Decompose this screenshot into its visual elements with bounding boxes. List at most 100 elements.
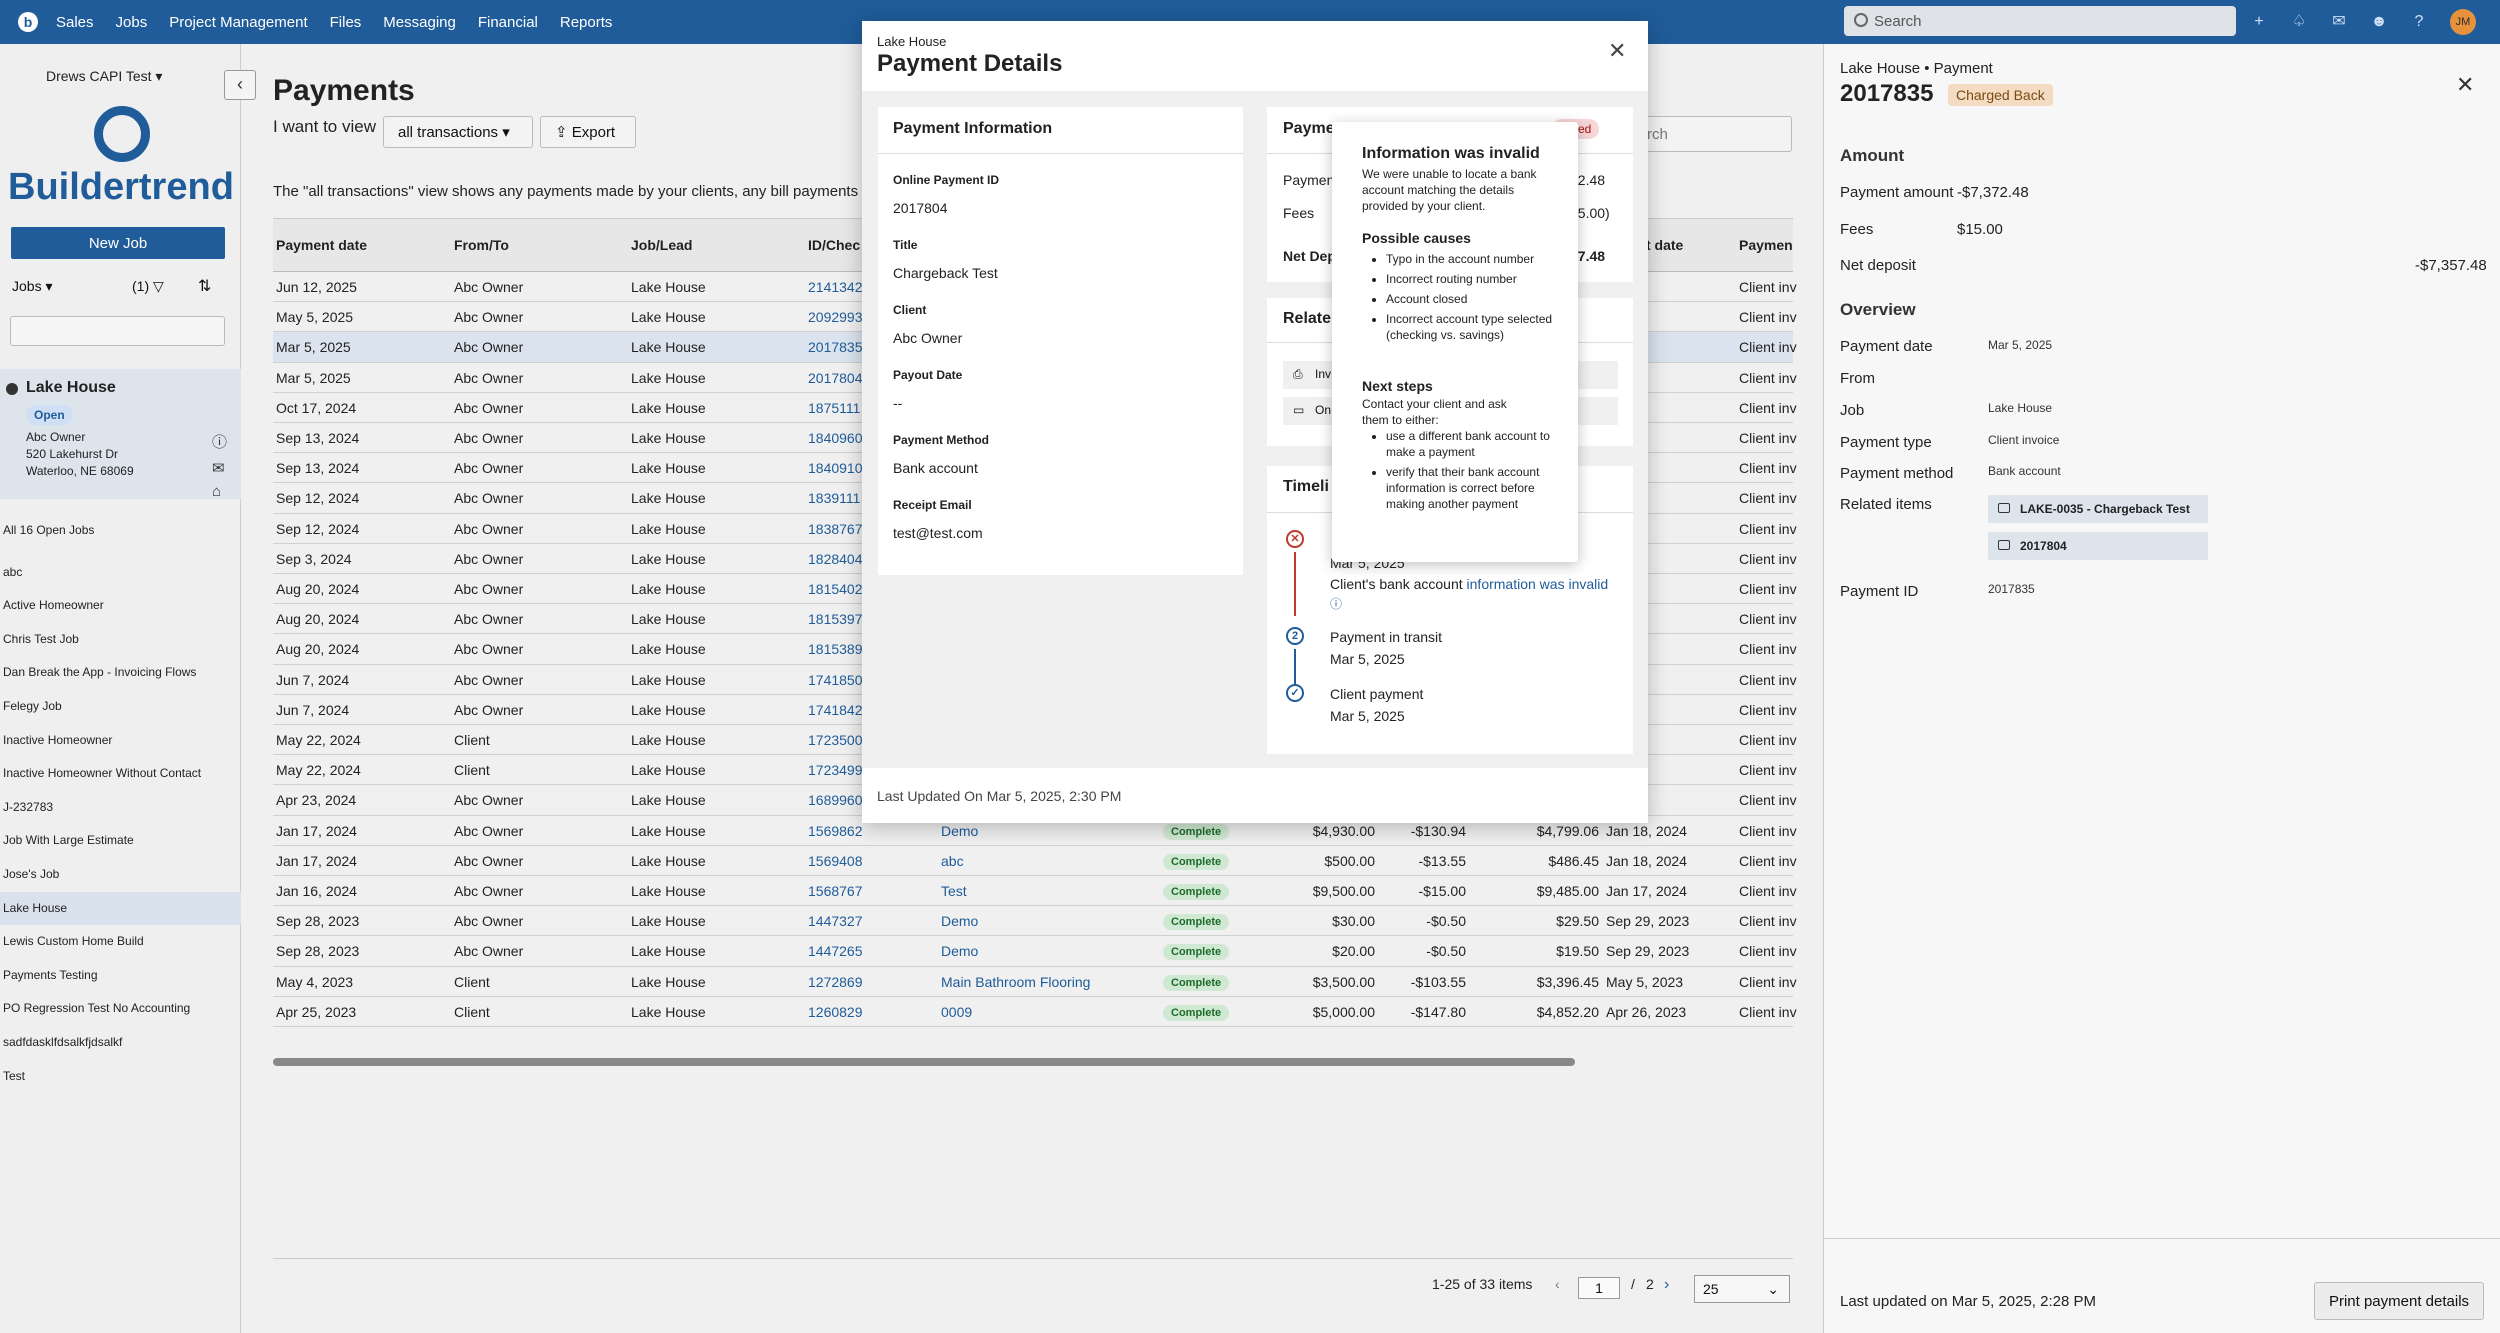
column-job-lead[interactable]: Job/Lead [631,237,692,253]
job-list-item[interactable]: Felegy Job [0,690,241,724]
table-row[interactable]: May 4, 2023 Client Lake House 1272869 Main B… [273,967,1797,997]
cell-id-link[interactable]: 2017804 [808,370,863,386]
job-list-item[interactable]: Active Homeowner [0,589,241,623]
cell-id-link[interactable]: 1260829 [808,1004,863,1020]
cell-id-link[interactable]: 1568767 [808,883,863,899]
nav-sales[interactable]: Sales [56,14,94,31]
buildertrend-logo-icon[interactable]: b [18,12,38,32]
filter-button[interactable]: (1) ▽ [132,278,164,295]
page-size-select[interactable]: 25 ⌄ [1694,1275,1790,1303]
job-list-item-selected[interactable]: Lake House [0,891,241,926]
new-job-button[interactable]: New Job [11,227,225,259]
table-row[interactable]: Sep 28, 2023 Abc Owner Lake House 1447327 De… [273,906,1797,937]
sort-icon[interactable]: ⇅ [198,276,211,296]
job-list-item[interactable]: Inactive Homeowner Without Contact [0,757,241,791]
close-icon[interactable]: ✕ [2456,72,2474,98]
job-list-item[interactable]: Test [0,1060,241,1094]
cell-id-link[interactable]: 2017835 [808,339,863,355]
column-payment-date[interactable]: Payment date [276,237,367,253]
job-list-item[interactable]: Lewis Custom Home Build [0,925,241,959]
info-icon[interactable]: ⓘ [1330,597,1342,611]
column-from-to[interactable]: From/To [454,237,509,253]
cell-id-link[interactable]: 1839111 [808,490,860,506]
job-list-item[interactable]: abc [0,556,241,590]
cell-id-link[interactable]: 1840960 [808,430,863,446]
cell-id-link[interactable]: 1569408 [808,853,863,869]
cell-title-link[interactable]: Demo [941,943,978,959]
page-input[interactable]: 1 [1578,1277,1620,1299]
next-page-icon[interactable]: › [1664,1276,1669,1294]
table-row[interactable]: Jan 16, 2024 Abc Owner Lake House 1568767 Te… [273,876,1797,907]
people-icon[interactable]: ☻ [2368,11,2390,33]
selected-job-card[interactable]: Lake House Open Abc Owner 520 Lakehurst … [0,369,241,500]
cell-title-link[interactable]: 0009 [941,1004,972,1020]
job-list-item[interactable]: Dan Break the App - Invoicing Flows [0,656,241,690]
collapse-sidebar-button[interactable]: ‹ [224,70,256,100]
mail-icon[interactable]: ✉ [212,459,225,477]
job-list-item[interactable]: J-232783 [0,791,241,825]
related-payment-chip[interactable]: 2017804 [1988,532,2208,560]
plus-icon[interactable]: + [2248,11,2270,33]
job-list-item[interactable]: Payments Testing [0,959,241,993]
cell-title-link[interactable]: abc [941,853,964,869]
cell-id-link[interactable]: 1723500 [808,732,863,748]
cell-id-link[interactable]: 1447327 [808,913,863,929]
jobs-dropdown[interactable]: Jobs ▾ [12,278,53,295]
close-icon[interactable]: ✕ [1608,38,1626,64]
export-button[interactable]: ⇪ Export [540,116,636,148]
cell-id-link[interactable]: 1815397 [808,611,863,627]
cell-id-link[interactable]: 1815402 [808,581,863,597]
bell-icon[interactable]: ♤ [2288,11,2310,33]
related-invoice-chip[interactable]: LAKE-0035 - Chargeback Test [1988,495,2208,523]
cell-id-link[interactable]: 1569862 [808,823,863,839]
prev-page-icon[interactable]: ‹ [1555,1276,1560,1292]
job-list-item[interactable]: Job With Large Estimate [0,824,241,858]
print-payment-details-button[interactable]: Print payment details [2314,1282,2484,1320]
job-search-input[interactable] [10,316,225,346]
cell-id-link[interactable]: 1741850 [808,672,863,688]
cell-id-link[interactable]: 1272869 [808,974,863,990]
chat-icon[interactable]: ✉ [2328,11,2350,33]
cell-id-link[interactable]: 1875111 [808,400,860,416]
job-list-item[interactable]: sadfdasklfdsalkfjdsalkf [0,1026,241,1060]
nav-files[interactable]: Files [330,14,362,31]
cell-id-link[interactable]: 1828404 [808,551,863,567]
job-list-item[interactable]: PO Regression Test No Accounting [0,992,241,1026]
cell-id-link[interactable]: 1723499 [808,762,863,778]
cell-title-link[interactable]: Demo [941,913,978,929]
global-search-input[interactable]: Search [1844,6,2236,36]
job-list-item[interactable]: Inactive Homeowner [0,724,241,758]
cell-id-link[interactable]: 1741842 [808,702,863,718]
cell-id-link[interactable]: 1838767 [808,521,863,537]
cell-id-link[interactable]: 2141342 [808,279,863,295]
cell-id-link[interactable]: 1840910 [808,460,863,476]
column-id-check[interactable]: ID/Chec [808,237,860,253]
job-list-item[interactable]: Chris Test Job [0,623,241,657]
information-invalid-link[interactable]: information was invalid [1467,576,1609,592]
nav-reports[interactable]: Reports [560,14,613,31]
table-row[interactable]: Sep 28, 2023 Abc Owner Lake House 1447265 De… [273,936,1797,967]
home-icon[interactable]: ⌂ [212,483,221,500]
cell-id-link[interactable]: 1447265 [808,943,863,959]
help-icon[interactable]: ? [2408,11,2430,33]
user-avatar[interactable]: JM [2450,9,2476,35]
cell-title-link[interactable]: Test [941,883,967,899]
cell-title-link[interactable]: Demo [941,823,978,839]
cell-title-link[interactable]: Main Bathroom Flooring [941,974,1090,990]
job-list-item[interactable]: Jose's Job [0,858,241,892]
view-select[interactable]: all transactions ▾ [383,116,533,148]
cell-id-link[interactable]: 1815389 [808,641,863,657]
all-jobs-item[interactable]: All 16 Open Jobs [0,514,241,548]
account-selector[interactable]: Drews CAPI Test ▾ [46,68,162,85]
cell-id-link[interactable]: 2092993 [808,309,863,325]
nav-project-management[interactable]: Project Management [169,14,307,31]
column-deposit-date[interactable]: t date [1646,237,1683,253]
cell-id-link[interactable]: 1689960 [808,792,863,808]
horizontal-scrollbar[interactable] [273,1058,1575,1066]
nav-jobs[interactable]: Jobs [116,14,148,31]
table-row[interactable]: Jan 17, 2024 Abc Owner Lake House 1569408 ab… [273,846,1797,876]
table-row[interactable]: Apr 25, 2023 Client Lake House 1260829 0009 C… [273,997,1797,1027]
column-payment-type[interactable]: Paymen [1739,237,1793,253]
nav-messaging[interactable]: Messaging [383,14,456,31]
nav-financial[interactable]: Financial [478,14,538,31]
